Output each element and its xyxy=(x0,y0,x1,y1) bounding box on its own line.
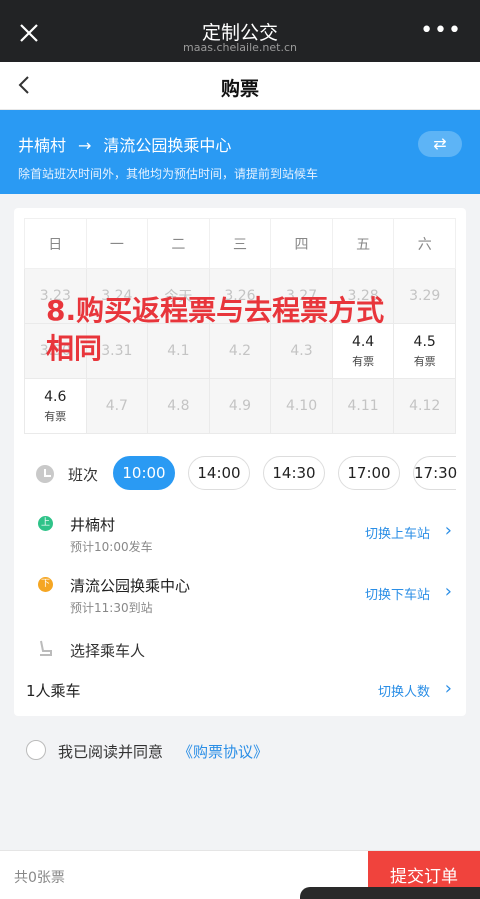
clock-icon xyxy=(36,465,54,483)
chevron-right-icon[interactable]: › xyxy=(445,520,452,541)
calendar-week: 4.6 有票 4.7 4.8 4.9 4.10 4.11 4.12 xyxy=(24,378,456,434)
board-stop-row: 上 井楠村 预计10:00发车 切换上车站 › xyxy=(26,512,456,560)
chevron-right-icon[interactable]: › xyxy=(445,678,452,699)
weekday-label: 四 xyxy=(270,218,333,269)
alight-badge-icon: 下 xyxy=(38,577,53,592)
annotation-line: 相同 xyxy=(46,332,103,365)
booking-card: 日 一 二 三 四 五 六 3.23 3.24 今天 3.26 3.27 3.2… xyxy=(14,208,466,716)
app-domain: maas.chelaile.net.cn xyxy=(183,41,297,54)
calendar-day: 3.29 xyxy=(393,268,456,324)
agree-radio[interactable] xyxy=(26,740,46,760)
page-title: 购票 xyxy=(220,78,259,100)
calendar-day: 4.10 xyxy=(270,378,333,434)
day-date: 3.29 xyxy=(409,288,441,304)
weekday-label: 三 xyxy=(208,218,272,269)
shift-time-chip[interactable]: 17:00 xyxy=(338,456,400,490)
day-date: 4.10 xyxy=(285,398,318,414)
annotation-overlay: 8.购买返程票与去程票方式 相同 xyxy=(46,292,384,368)
day-date: 4.11 xyxy=(347,398,379,414)
day-date: 4.12 xyxy=(409,398,441,414)
shift-time-chip[interactable]: 14:00 xyxy=(188,456,250,490)
shift-time-chip[interactable]: 17:30 xyxy=(413,456,457,490)
weekday-label: 六 xyxy=(393,218,456,269)
more-icon[interactable]: ••• xyxy=(420,20,462,42)
day-date: 4.7 xyxy=(105,398,128,414)
nav-bar: 购票 xyxy=(0,62,480,110)
shift-label: 班次 xyxy=(68,466,99,484)
switch-board-stop-button[interactable]: 切换上车站 xyxy=(365,523,430,542)
board-stop-time: 预计10:00发车 xyxy=(70,540,153,554)
alight-stop-row: 下 清流公园换乘中心 预计11:30到站 切换下车站 › xyxy=(26,573,456,621)
route-line: 井楠村 → 清流公园换乘中心 xyxy=(18,132,243,156)
ticket-status: 有票 xyxy=(413,354,436,368)
shift-time-chip-selected[interactable]: 10:00 xyxy=(113,456,175,490)
passenger-select-row[interactable]: 选择乘车人 xyxy=(26,636,456,666)
day-date: 4.5 xyxy=(413,333,436,350)
weekday-header: 日 一 二 三 四 五 六 xyxy=(24,218,456,269)
switch-alight-stop-button[interactable]: 切换下车站 xyxy=(365,584,430,603)
shift-selector: 班次 10:00 14:00 14:30 17:00 17:30 xyxy=(26,456,457,496)
day-date: 4.8 xyxy=(167,398,190,414)
day-date: 4.6 xyxy=(44,388,67,405)
calendar-day-available[interactable]: 4.6 有票 xyxy=(24,378,87,434)
seat-icon xyxy=(40,640,52,656)
home-indicator xyxy=(300,887,480,899)
passenger-count-row: 1人乘车 切换人数 › xyxy=(26,678,456,702)
route-note: 除首站班次时间外，其他均为预估时间，请提前到站候车 xyxy=(18,167,319,181)
calendar-day: 4.9 xyxy=(208,378,272,434)
calendar-day: 4.11 xyxy=(331,378,395,434)
weekday-label: 二 xyxy=(147,218,210,269)
weekday-label: 五 xyxy=(331,218,395,269)
swap-icon: ⇄ xyxy=(433,134,447,153)
route-from: 井楠村 xyxy=(18,136,67,155)
ticket-total: 共0张票 xyxy=(14,870,65,886)
agree-text: 我已阅读并同意 xyxy=(58,743,164,761)
browser-header: 定制公交 maas.chelaile.net.cn ••• xyxy=(0,0,480,62)
switch-count-button[interactable]: 切换人数 xyxy=(378,681,430,700)
calendar-day: 4.7 xyxy=(85,378,149,434)
route-to: 清流公园换乘中心 xyxy=(103,136,232,155)
board-stop-name: 井楠村 xyxy=(70,516,116,534)
route-banner: 井楠村 → 清流公园换乘中心 除首站班次时间外，其他均为预估时间，请提前到站候车 ⇄ xyxy=(0,110,480,194)
calendar-day: 4.8 xyxy=(147,378,210,434)
alight-stop-time: 预计11:30到站 xyxy=(70,601,153,615)
passenger-count: 1人乘车 xyxy=(26,682,81,700)
swap-direction-button[interactable]: ⇄ xyxy=(418,131,462,157)
route-arrow: → xyxy=(78,136,92,155)
alight-stop-name: 清流公园换乘中心 xyxy=(70,577,191,595)
passenger-label: 选择乘车人 xyxy=(70,642,146,660)
shift-time-chip[interactable]: 14:30 xyxy=(263,456,325,490)
board-badge-icon: 上 xyxy=(38,516,53,531)
calendar-day-available[interactable]: 4.5 有票 xyxy=(393,323,456,379)
calendar-day: 4.12 xyxy=(393,378,456,434)
ticket-status: 有票 xyxy=(44,409,67,423)
chevron-right-icon[interactable]: › xyxy=(445,581,452,602)
weekday-label: 一 xyxy=(85,218,149,269)
day-date: 4.9 xyxy=(228,398,252,414)
annotation-line: 8.购买返程票与去程票方式 xyxy=(46,294,385,327)
ticket-agreement-link[interactable]: 《购票协议》 xyxy=(178,741,268,762)
weekday-label: 日 xyxy=(24,218,87,269)
